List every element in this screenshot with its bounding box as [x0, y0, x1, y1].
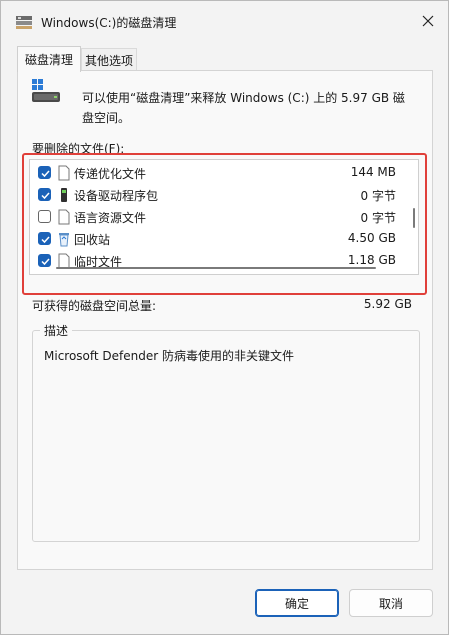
window-title: Windows(C:)的磁盘清理	[41, 16, 177, 30]
ok-button[interactable]: 确定	[255, 589, 339, 617]
tab-panel: 可以使用“磁盘清理”来释放 Windows (C:) 上的 5.97 GB 磁盘…	[17, 70, 433, 570]
total-space-label: 可获得的磁盘空间总量:	[32, 299, 157, 313]
description-title: 描述	[40, 322, 73, 339]
disk-cleanup-app-icon	[16, 16, 32, 29]
highlight-box	[22, 153, 427, 295]
intro-text: 可以使用“磁盘清理”来释放 Windows (C:) 上的 5.97 GB 磁盘…	[82, 91, 405, 125]
tab-more-options[interactable]: 其他选项	[81, 48, 137, 71]
drive-icon	[32, 79, 60, 102]
cancel-button[interactable]: 取消	[349, 589, 433, 617]
total-space-value: 5.92 GB	[363, 297, 412, 311]
tab-disk-cleanup[interactable]: 磁盘清理	[17, 46, 81, 72]
close-button[interactable]	[412, 5, 444, 37]
title-bar[interactable]: Windows(C:)的磁盘清理	[1, 1, 448, 43]
close-icon	[422, 15, 434, 27]
disk-cleanup-window: Windows(C:)的磁盘清理 磁盘清理 其他选项 可以使用“磁盘清理”来释放…	[0, 0, 449, 635]
description-text: Microsoft Defender 防病毒使用的非关键文件	[44, 349, 295, 363]
